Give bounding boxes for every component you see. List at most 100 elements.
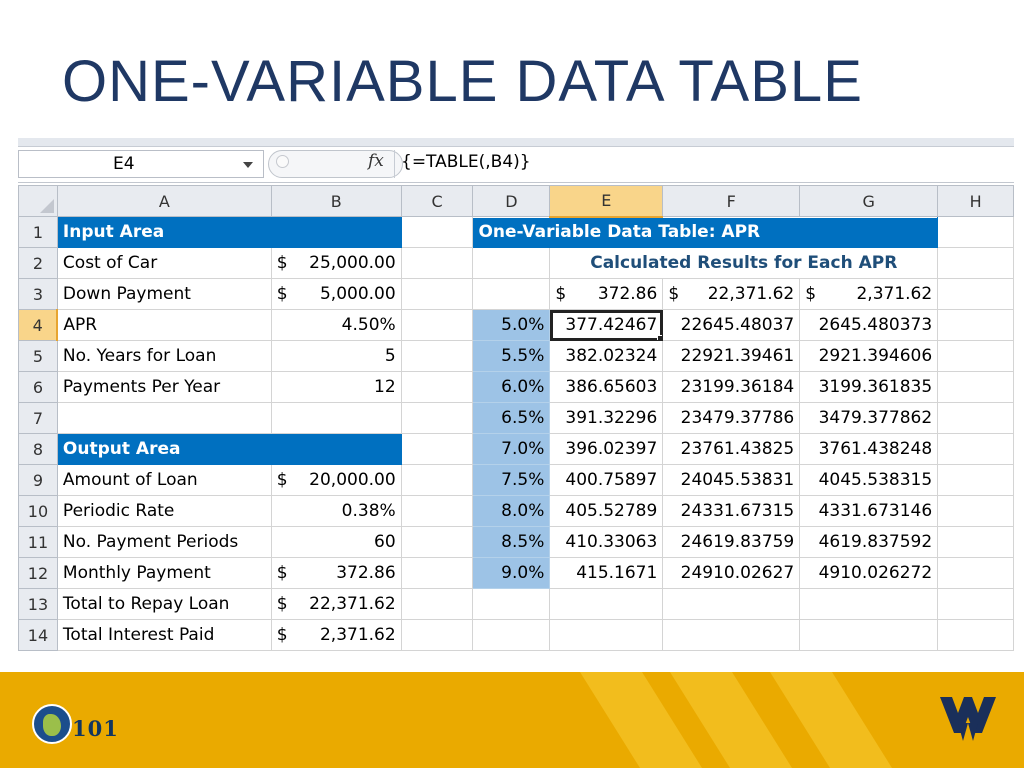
chevron-down-icon[interactable]	[243, 162, 253, 168]
empty-cell[interactable]	[400, 371, 474, 403]
cell-label[interactable]: Amount of Loan	[56, 464, 272, 496]
row-header-13[interactable]: 13	[18, 588, 58, 620]
cell-value[interactable]: $25,000.00	[270, 247, 402, 279]
formula-input[interactable]: {=TABLE(,B4)}	[401, 152, 531, 172]
empty-cell[interactable]	[472, 278, 551, 310]
cell-label[interactable]: APR	[56, 309, 272, 341]
cell-label[interactable]: Monthly Payment	[56, 557, 272, 589]
result-cell[interactable]: 22645.48037	[662, 309, 801, 341]
result-cell[interactable]: 4619.837592	[799, 526, 939, 558]
cell-label[interactable]: Periodic Rate	[56, 495, 272, 527]
empty-cell[interactable]	[937, 464, 1014, 496]
row-header-1[interactable]: 1	[18, 216, 58, 248]
selected-cell[interactable]: 377.42467	[549, 309, 664, 341]
result-cell[interactable]: 3761.438248	[799, 433, 939, 465]
result-cell[interactable]: 24910.02627	[662, 557, 801, 589]
cell-value[interactable]: $22,371.62	[270, 588, 402, 620]
cell-value[interactable]: $20,000.00	[270, 464, 402, 496]
select-all-corner[interactable]	[18, 185, 58, 217]
row-header-7[interactable]: 7	[18, 402, 58, 434]
result-cell[interactable]: 24619.83759	[662, 526, 801, 558]
empty-cell[interactable]	[937, 526, 1014, 558]
cell-value[interactable]: 12	[270, 371, 402, 403]
empty-cell[interactable]	[400, 526, 474, 558]
output-area-header[interactable]: Output Area	[56, 433, 402, 465]
empty-cell[interactable]	[400, 588, 474, 620]
empty-cell[interactable]	[662, 619, 801, 651]
insert-function-icon[interactable]: fx	[368, 151, 384, 171]
row-header-2[interactable]: 2	[18, 247, 58, 279]
row-header-9[interactable]: 9	[18, 464, 58, 496]
empty-cell[interactable]	[799, 588, 939, 620]
result-cell[interactable]: 410.33063	[549, 526, 664, 558]
data-table-subtitle[interactable]: Calculated Results for Each APR	[549, 247, 939, 279]
formula-row-cell[interactable]: $2,371.62	[799, 278, 939, 310]
apr-rate-cell[interactable]: 8.0%	[472, 495, 551, 527]
formula-row-cell[interactable]: $372.86	[549, 278, 664, 310]
result-cell[interactable]: 3479.377862	[799, 402, 939, 434]
cell-label[interactable]: No. Payment Periods	[56, 526, 272, 558]
empty-cell[interactable]	[400, 557, 474, 589]
column-header-e[interactable]: E	[549, 185, 664, 218]
empty-cell[interactable]	[937, 402, 1014, 434]
empty-cell[interactable]	[400, 247, 474, 279]
cell-label[interactable]: Total Interest Paid	[56, 619, 272, 651]
expand-circle-icon[interactable]	[276, 155, 289, 168]
column-header-c[interactable]: C	[400, 185, 474, 217]
result-cell[interactable]: 23199.36184	[662, 371, 801, 403]
apr-rate-cell[interactable]: 5.5%	[472, 340, 551, 372]
cell-value[interactable]: 60	[270, 526, 402, 558]
empty-cell[interactable]	[937, 371, 1014, 403]
empty-cell[interactable]	[937, 619, 1014, 651]
column-header-f[interactable]: F	[662, 185, 801, 217]
column-header-g[interactable]: G	[799, 185, 939, 217]
fill-handle[interactable]	[657, 335, 662, 340]
column-header-h[interactable]: H	[937, 185, 1014, 217]
cell-label[interactable]: No. Years for Loan	[56, 340, 272, 372]
empty-cell[interactable]	[400, 216, 474, 248]
empty-cell[interactable]	[400, 619, 474, 651]
empty-cell[interactable]	[270, 402, 402, 434]
cell-label[interactable]: Total to Repay Loan	[56, 588, 272, 620]
empty-cell[interactable]	[937, 433, 1014, 465]
name-box[interactable]: E4	[18, 150, 264, 178]
column-header-d[interactable]: D	[472, 185, 551, 217]
result-cell[interactable]: 22921.39461	[662, 340, 801, 372]
apr-rate-cell[interactable]: 9.0%	[472, 557, 551, 589]
cell-value[interactable]: 4.50%	[270, 309, 402, 341]
cell-value[interactable]: $5,000.00	[270, 278, 402, 310]
empty-cell[interactable]	[799, 619, 939, 651]
row-header-10[interactable]: 10	[18, 495, 58, 527]
empty-cell[interactable]	[937, 588, 1014, 620]
data-table-title[interactable]: One-Variable Data Table: APR	[472, 216, 939, 248]
row-header-3[interactable]: 3	[18, 278, 58, 310]
result-cell[interactable]: 382.02324	[549, 340, 664, 372]
row-header-6[interactable]: 6	[18, 371, 58, 403]
result-cell[interactable]: 23479.37786	[662, 402, 801, 434]
result-cell[interactable]: 4910.026272	[799, 557, 939, 589]
column-header-b[interactable]: B	[270, 185, 402, 217]
result-cell[interactable]: 400.75897	[549, 464, 664, 496]
row-header-11[interactable]: 11	[18, 526, 58, 558]
row-header-5[interactable]: 5	[18, 340, 58, 372]
empty-cell[interactable]	[937, 495, 1014, 527]
cell-value[interactable]: 0.38%	[270, 495, 402, 527]
input-area-header[interactable]: Input Area	[56, 216, 402, 248]
cell-label[interactable]: Down Payment	[56, 278, 272, 310]
cell-label[interactable]: Cost of Car	[56, 247, 272, 279]
empty-cell[interactable]	[400, 495, 474, 527]
result-cell[interactable]: 2921.394606	[799, 340, 939, 372]
result-cell[interactable]: 386.65603	[549, 371, 664, 403]
cell-value[interactable]: $2,371.62	[270, 619, 402, 651]
empty-cell[interactable]	[937, 557, 1014, 589]
result-cell[interactable]: 24331.67315	[662, 495, 801, 527]
empty-cell[interactable]	[400, 309, 474, 341]
result-cell[interactable]: 396.02397	[549, 433, 664, 465]
empty-cell[interactable]	[472, 247, 551, 279]
apr-rate-cell[interactable]: 8.5%	[472, 526, 551, 558]
empty-cell[interactable]	[400, 464, 474, 496]
empty-cell[interactable]	[662, 588, 801, 620]
empty-cell[interactable]	[400, 433, 474, 465]
empty-cell[interactable]	[472, 619, 551, 651]
result-cell[interactable]: 23761.43825	[662, 433, 801, 465]
